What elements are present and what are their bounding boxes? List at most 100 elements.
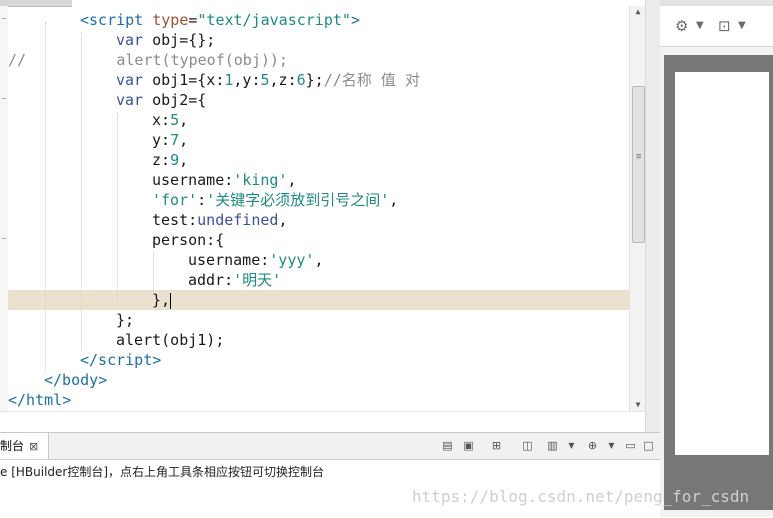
scroll-down-icon[interactable]: ▼ (630, 399, 645, 411)
indent-guide (81, 32, 82, 352)
code-token: ,z: (269, 71, 297, 89)
code-token: obj1={x: (143, 71, 225, 89)
code-token: var (116, 31, 144, 49)
code-token: 'yyy' (269, 251, 315, 269)
code-line[interactable]: x:5, (152, 110, 188, 130)
code-token: }; (305, 71, 324, 89)
code-token: > (152, 351, 162, 369)
gear-icon[interactable]: ⚙ (675, 16, 688, 36)
watermark: https://blog.csdn.net/peng_for_csdn (412, 487, 750, 506)
fold-marker-icon[interactable]: − (1, 95, 7, 103)
indent-guide (117, 112, 118, 302)
minimize-icon[interactable]: ▭ (624, 439, 637, 452)
code-line[interactable]: alert(obj1); (116, 330, 224, 350)
lock-icon[interactable]: ▣ (462, 439, 475, 452)
code-token: , (179, 151, 189, 169)
console-icon[interactable]: ⊡ (718, 16, 731, 36)
code-line[interactable]: var obj1={x:1,y:5,z:6};//名称 值 对 (116, 70, 420, 90)
code-token: type (143, 11, 189, 29)
code-token: '明天' (233, 271, 282, 289)
scroll-up-icon[interactable]: ▲ (630, 6, 645, 18)
code-line[interactable]: z:9, (152, 150, 188, 170)
new-console-icon[interactable]: ⊕ (586, 439, 599, 452)
code-token: username: (188, 251, 270, 269)
browser-preview-panel: ⚙ ▼ ⊡ ▼ (660, 0, 773, 517)
pin-icon[interactable]: ⊞ (490, 439, 503, 452)
code-token: , (287, 171, 297, 189)
code-token: undefined (197, 211, 279, 229)
code-token: , (314, 251, 324, 269)
code-token: ,y: (233, 71, 261, 89)
code-token: obj={}; (143, 31, 216, 49)
code-token: y: (152, 131, 171, 149)
dropdown-icon[interactable]: ▼ (605, 439, 618, 452)
code-line[interactable]: test:undefined, (152, 210, 287, 230)
chevron-down-icon[interactable]: ▼ (696, 16, 704, 36)
dropdown-icon[interactable]: ▼ (738, 16, 746, 36)
clear-console-icon[interactable]: ▤ (441, 439, 454, 452)
code-line[interactable]: <script type="text/javascript"> (80, 10, 360, 30)
code-token: > (62, 391, 72, 409)
code-line[interactable]: var obj={}; (116, 30, 215, 50)
code-line[interactable]: person:{ (152, 230, 224, 250)
code-token: }, (152, 291, 171, 309)
code-token: var (116, 91, 144, 109)
code-line[interactable]: 'for':'关键字必须放到引号之间', (152, 190, 398, 210)
code-token: > (98, 371, 108, 389)
code-line[interactable]: // alert(typeof(obj)); (8, 50, 288, 70)
editor-tab-strip[interactable] (0, 0, 72, 7)
code-token: </script (80, 351, 153, 369)
fold-marker-icon[interactable]: − (1, 235, 7, 243)
code-editor[interactable]: − − − <script type="text/javascript"> var… (0, 0, 645, 432)
code-token: test: (152, 211, 198, 229)
code-token: 9 (170, 151, 180, 169)
maximize-icon[interactable]: □ (642, 439, 655, 452)
close-icon[interactable]: ⊠ (29, 440, 38, 453)
code-line[interactable]: username:'king', (152, 170, 297, 190)
code-token: z: (152, 151, 171, 169)
code-line[interactable]: addr:'明天' (188, 270, 281, 290)
dropdown-icon[interactable]: ▼ (565, 439, 578, 452)
code-token: var (116, 71, 144, 89)
code-line[interactable]: </html> (8, 390, 71, 410)
code-token: , (389, 191, 399, 209)
display-icon[interactable]: ◫ (521, 439, 534, 452)
tab-console[interactable]: 制台 ⊠ (0, 433, 49, 459)
code-line[interactable]: }; (116, 310, 134, 330)
code-token: obj2={ (143, 91, 207, 109)
horizontal-scrollbar[interactable] (0, 411, 645, 432)
code-token: , (179, 131, 189, 149)
scrollbar-thumb[interactable]: ≡ (632, 86, 645, 243)
code-line[interactable]: username:'yyy', (188, 250, 323, 270)
code-token: </html (8, 391, 63, 409)
code-token: > (350, 11, 360, 29)
code-token: 7 (170, 131, 180, 149)
vertical-scrollbar[interactable]: ▲ ≡ ▼ (629, 6, 645, 411)
code-token: //名称 值 对 (323, 71, 420, 89)
code-token: , (179, 111, 189, 129)
code-line[interactable]: y:7, (152, 130, 188, 150)
code-token: : (197, 191, 207, 209)
indent-guide (45, 22, 46, 372)
editor-gutter: − − − (0, 6, 8, 411)
browser-page-view[interactable] (675, 72, 769, 455)
console-header: 制台 ⊠ ▤ ▣ ⊞ ◫ ▥ ▼ ⊕ ▼ ▭ □ (0, 433, 660, 460)
code-line[interactable]: </body> (44, 370, 107, 390)
code-token: 'for' (152, 191, 198, 209)
code-token: username: (152, 171, 234, 189)
code-token: // alert(typeof(obj)); (8, 51, 288, 69)
console-tab-label: 制台 (0, 439, 25, 453)
code-token: alert(obj1); (116, 331, 225, 349)
console-message: e [HBuilder控制台]，点右上角工具条相应按钮可切换控制台 (0, 465, 325, 479)
code-token: person:{ (152, 231, 225, 249)
code-token: addr: (188, 271, 234, 289)
grip-icon: ≡ (636, 152, 642, 162)
code-token: "text/javascript" (197, 11, 351, 29)
fold-marker-icon[interactable]: − (1, 15, 7, 23)
display-selected-icon[interactable]: ▥ (546, 439, 559, 452)
code-line[interactable]: </script> (80, 350, 161, 370)
code-token: x: (152, 111, 171, 129)
code-line[interactable]: }, (152, 290, 172, 310)
code-token: 5 (260, 71, 270, 89)
code-line[interactable]: var obj2={ (116, 90, 206, 110)
